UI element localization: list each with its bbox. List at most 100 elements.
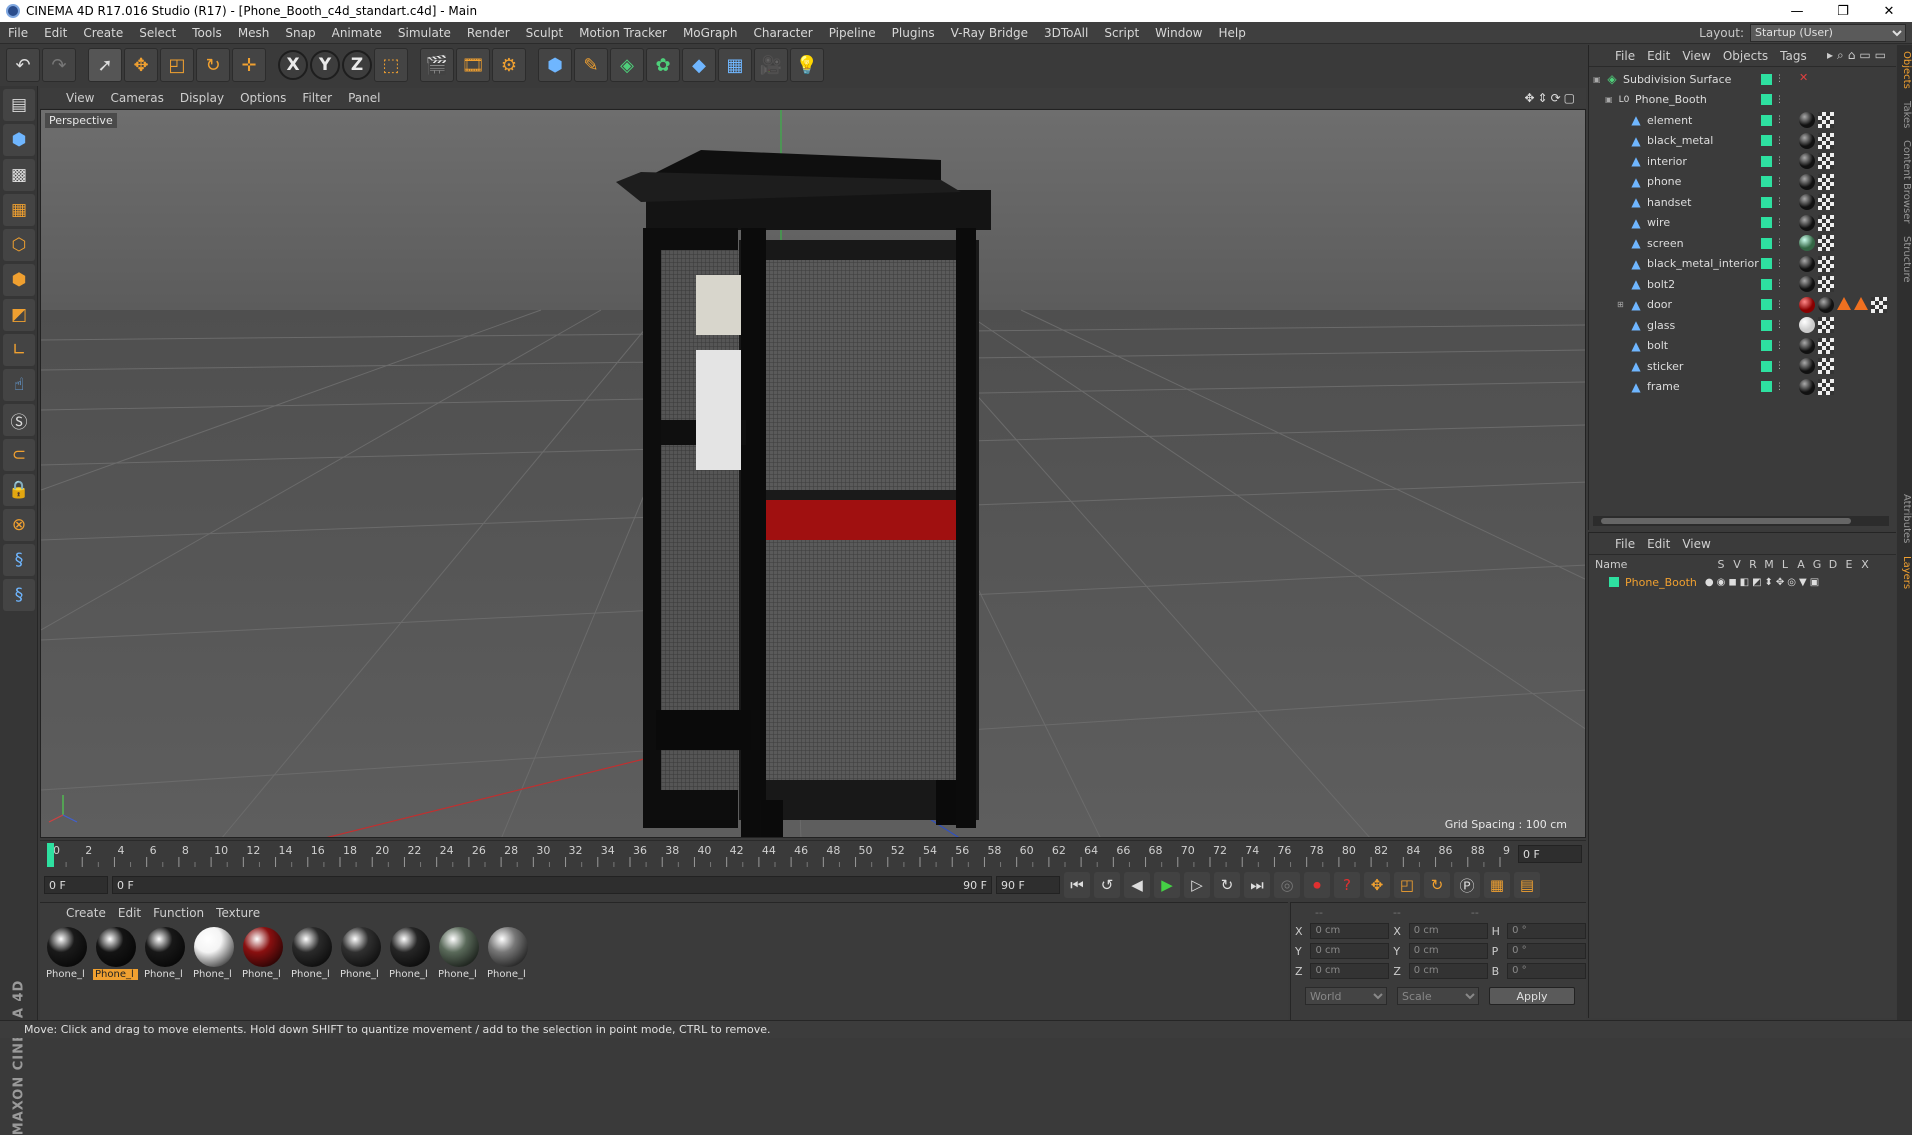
object-row[interactable]: ▲glass⋮⁘ (1589, 315, 1897, 335)
texture-tag-icon[interactable] (1818, 235, 1834, 251)
layer-color-swatch[interactable] (1761, 217, 1772, 228)
material-swatch[interactable]: Phone_l (436, 927, 481, 980)
object-name[interactable]: screen (1647, 237, 1777, 250)
edges-mode-icon[interactable]: ⬢ (3, 264, 35, 296)
material-tag-icon[interactable] (1799, 153, 1815, 169)
object-row[interactable]: ⊞ ▲ door ⋮ (1589, 295, 1897, 315)
size-x-field[interactable]: 0 cm (1408, 923, 1488, 939)
menu-render[interactable]: Render (459, 26, 518, 40)
menu-select[interactable]: Select (131, 26, 184, 40)
material-tag-icon[interactable] (1799, 378, 1815, 395)
texture-tag-icon[interactable] (1818, 214, 1834, 231)
object-name[interactable]: Subdivision Surface (1623, 73, 1753, 86)
coordinate-space-select[interactable]: World (1305, 987, 1387, 1005)
make-editable-icon[interactable]: ▤ (3, 89, 35, 121)
menu-tools[interactable]: Tools (184, 26, 230, 40)
material-tag-icon[interactable] (1799, 276, 1815, 292)
goto-start-icon[interactable]: ⏮ (1064, 872, 1090, 898)
light-icon[interactable]: 💡 (790, 48, 824, 82)
viewport-menu-cameras[interactable]: Cameras (106, 91, 175, 105)
object-name[interactable]: wire (1647, 216, 1777, 229)
material-tag-icon[interactable] (1799, 235, 1815, 251)
object-name[interactable]: Phone_Booth (1635, 93, 1765, 106)
object-name[interactable]: bolt2 (1647, 278, 1777, 291)
camera-icon[interactable]: 🎥 (754, 48, 788, 82)
menu-mograph[interactable]: MoGraph (675, 26, 746, 40)
rotation-h-field[interactable]: 0 ° (1507, 923, 1586, 939)
texture-tag-icon[interactable] (1818, 317, 1834, 333)
tab-structure[interactable]: Structure (1897, 230, 1912, 289)
polygons-mode-icon[interactable]: ◩ (3, 299, 35, 331)
expand-toggle-icon[interactable]: ▣ (1593, 75, 1605, 84)
subdivision-surface-icon[interactable]: ◈ (610, 48, 644, 82)
material-menu-create[interactable]: Create (62, 906, 114, 920)
material-swatch[interactable]: Phone_l (93, 927, 138, 980)
layer-color-swatch[interactable] (1609, 577, 1619, 587)
floor-scene-icon[interactable]: ▦ (718, 48, 752, 82)
tab-layers[interactable]: Layers (1897, 550, 1912, 595)
viewport-navigation-icons[interactable]: ✥⇕⟳▢ (1524, 91, 1586, 105)
menu-simulate[interactable]: Simulate (390, 26, 459, 40)
visibility-dots-icon[interactable]: ⋮ (1775, 300, 1784, 310)
visibility-dots-icon[interactable]: ⋮ (1775, 238, 1784, 248)
object-name[interactable]: handset (1647, 196, 1777, 209)
menu-animate[interactable]: Animate (324, 26, 390, 40)
z-axis-lock-icon[interactable]: Z (342, 50, 372, 80)
layer-row[interactable]: Phone_Booth ●◉◼◧◩⬍✥◎▼▣ (1589, 573, 1896, 591)
visibility-dots-icon[interactable]: ⋮ (1775, 361, 1784, 371)
move-tool-icon[interactable]: ✥ (124, 48, 158, 82)
material-tag-icon[interactable] (1818, 296, 1834, 313)
menu-snap[interactable]: Snap (277, 26, 323, 40)
object-menu-edit[interactable]: Edit (1643, 49, 1678, 63)
expand-toggle-icon[interactable]: ⊞ (1617, 300, 1629, 309)
model-mode-icon[interactable]: ⬢ (3, 124, 35, 156)
layer-toggle-icons[interactable]: ●◉◼◧◩⬍✥◎▼▣ (1705, 577, 1822, 588)
position-z-field[interactable]: 0 cm (1310, 963, 1390, 979)
preview-range-slider[interactable]: 0 F 90 F (112, 876, 992, 894)
layer-color-swatch[interactable] (1761, 135, 1772, 146)
layer-color-swatch[interactable] (1761, 176, 1772, 187)
lock-workplane-icon[interactable]: 🔒 (3, 474, 35, 506)
transform-tool-icon[interactable]: ✛ (232, 48, 266, 82)
layer-color-swatch[interactable] (1761, 340, 1772, 351)
texture-tag-icon[interactable] (1818, 194, 1834, 210)
object-name[interactable]: glass (1647, 319, 1777, 332)
size-z-field[interactable]: 0 cm (1408, 963, 1488, 979)
selection-tag-icon[interactable] (1854, 296, 1868, 310)
timeline-ruler[interactable]: 0 2 4 6 8 10 12 14 16 18 20 22 24 26 28 30 32 34 36 38 40 42 4… (40, 840, 1586, 868)
object-row[interactable]: ▲phone⋮⁘ (1589, 172, 1897, 192)
layer-color-swatch[interactable] (1761, 360, 1772, 372)
menu-script[interactable]: Script (1096, 26, 1147, 40)
material-swatch[interactable]: Phone_l (338, 927, 383, 980)
material-menu-texture[interactable]: Texture (212, 906, 268, 920)
timeline-window-icon[interactable]: ▤ (1514, 872, 1540, 898)
mograph-cloner-icon[interactable]: ✿ (646, 48, 680, 82)
layer-name[interactable]: Phone_Booth (1625, 576, 1697, 589)
goto-previous-key-icon[interactable]: ↺ (1094, 872, 1120, 898)
object-name[interactable]: frame (1647, 380, 1777, 393)
x-axis-lock-icon[interactable]: X (278, 50, 308, 80)
layer-color-swatch[interactable] (1761, 258, 1772, 269)
perspective-viewport[interactable]: Perspective Grid Spacing : 100 cm (40, 109, 1586, 838)
spline-pen-icon[interactable]: ✎ (574, 48, 608, 82)
menu-create[interactable]: Create (75, 26, 131, 40)
position-y-field[interactable]: 0 cm (1310, 943, 1390, 959)
scale-tool-icon[interactable]: ◰ (160, 48, 194, 82)
rotation-b-field[interactable]: 0 ° (1507, 963, 1586, 979)
texture-mode-icon[interactable]: ▩ (3, 159, 35, 191)
visibility-dots-icon[interactable]: ⋮ (1775, 320, 1784, 330)
snap-magnet-icon[interactable]: ⊂ (3, 439, 35, 471)
tab-content-browser[interactable]: Content Browser (1897, 134, 1912, 229)
object-name[interactable]: black_metal (1647, 134, 1777, 147)
next-frame-icon[interactable]: ▷ (1184, 872, 1210, 898)
start-frame-field[interactable]: 0 F (44, 876, 108, 894)
object-menu-tags[interactable]: Tags (1776, 49, 1815, 63)
maximize-button[interactable]: ❐ (1820, 4, 1866, 19)
visibility-dots-icon[interactable]: ⋮ (1775, 74, 1784, 84)
object-row[interactable]: ▣ ◈ Subdivision Surface ⋮ ✕ (1589, 69, 1897, 89)
layer-color-swatch[interactable] (1761, 155, 1772, 167)
layer-color-swatch[interactable] (1761, 114, 1772, 126)
layer-color-swatch[interactable] (1761, 299, 1772, 310)
coordinate-system-icon[interactable]: ⬚ (374, 48, 408, 82)
object-row[interactable]: ▣ L0 Phone_Booth ⋮ (1589, 90, 1897, 110)
